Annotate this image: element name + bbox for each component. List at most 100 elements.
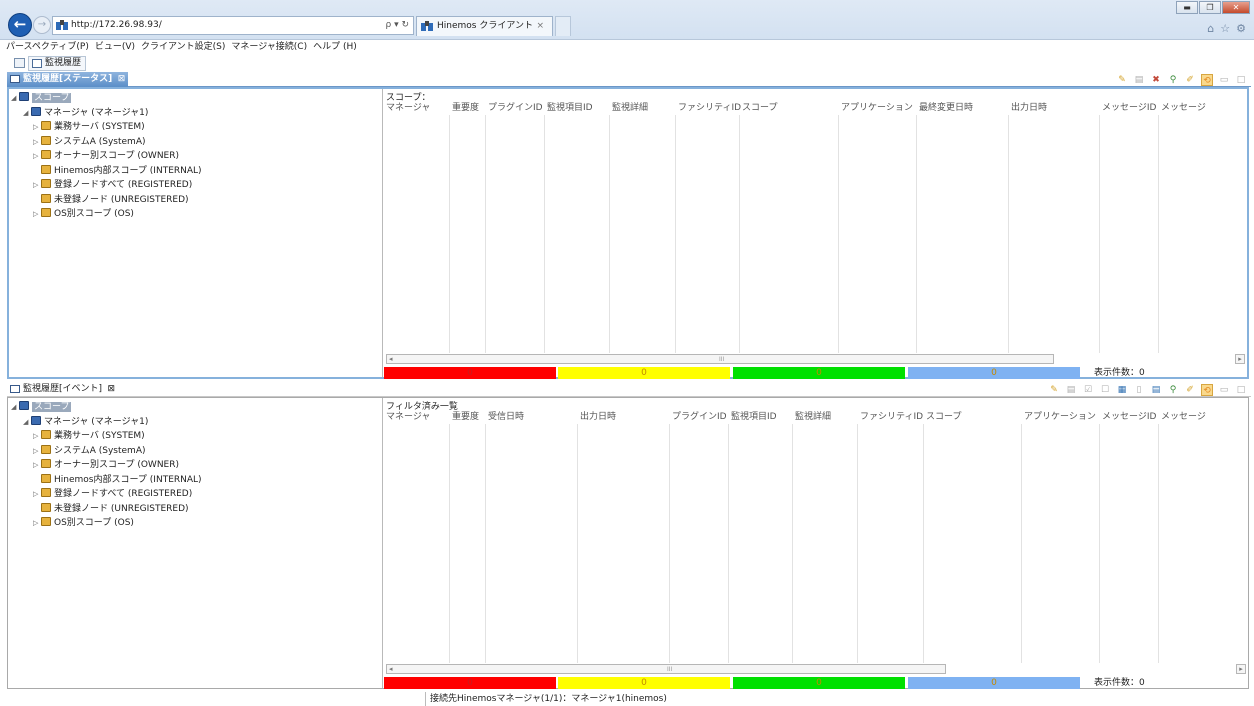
tree-node-system[interactable]: ▷ 業務サーバ (SYSTEM) bbox=[9, 120, 382, 135]
column-header[interactable]: ファシリティID bbox=[676, 102, 741, 115]
browser-tab[interactable]: Hinemos クライアント × bbox=[416, 16, 553, 36]
menu-view[interactable]: ビュー(V) bbox=[95, 40, 135, 55]
edit-icon[interactable]: ✎ bbox=[1048, 384, 1060, 396]
scroll-right-icon[interactable]: ▸ bbox=[1236, 664, 1246, 674]
scroll-thumb[interactable]: III bbox=[719, 355, 724, 364]
perspective-monitor-history[interactable]: 監視履歴 bbox=[28, 56, 87, 71]
forward-arrow-icon[interactable]: → bbox=[33, 16, 51, 34]
tree-node-owner[interactable]: ▷ オーナー別スコープ (OWNER) bbox=[9, 149, 382, 164]
tree-node-internal[interactable]: Hinemos内部スコープ (INTERNAL) bbox=[9, 473, 382, 488]
column-header[interactable]: メッセージ bbox=[1159, 411, 1206, 424]
column-header[interactable]: アプリケーション bbox=[839, 102, 913, 115]
confirm-icon[interactable]: ☑ bbox=[1082, 384, 1094, 396]
menu-help[interactable]: ヘルプ (H) bbox=[313, 40, 357, 55]
column-header[interactable]: 受信日時 bbox=[486, 411, 524, 424]
scroll-right-icon[interactable]: ▸ bbox=[1235, 354, 1245, 364]
tree-node-registered[interactable]: ▷ 登録ノードすべて (REGISTERED) bbox=[9, 487, 382, 502]
tree-node-os[interactable]: ▷ OS別スコープ (OS) bbox=[9, 207, 382, 222]
tree-node-systema[interactable]: ▷ システムA (SystemA) bbox=[9, 135, 382, 150]
filter-icon[interactable]: ⚲ bbox=[1167, 74, 1179, 86]
menu-perspective[interactable]: パースペクティブ(P) bbox=[6, 40, 89, 55]
scroll-thumb[interactable]: III bbox=[667, 665, 672, 674]
grid-icon[interactable]: ▦ bbox=[1116, 384, 1128, 396]
column-header[interactable]: 監視詳細 bbox=[793, 411, 831, 424]
column-header[interactable]: マネージャ bbox=[384, 411, 430, 424]
tree-node-systema[interactable]: ▷ システムA (SystemA) bbox=[9, 444, 382, 459]
column-header[interactable]: 監視詳細 bbox=[610, 102, 648, 115]
pen-icon[interactable]: ✐ bbox=[1184, 74, 1196, 86]
address-bar[interactable]: http://172.26.98.93/ ρ ▾ ↻ bbox=[52, 16, 414, 35]
folder-icon bbox=[41, 150, 51, 159]
column-header[interactable]: 出力日時 bbox=[1009, 102, 1047, 115]
column-header[interactable]: ファシリティID bbox=[858, 411, 923, 424]
tree-node-os[interactable]: ▷ OS別スコープ (OS) bbox=[9, 516, 382, 531]
folder-icon bbox=[41, 459, 51, 468]
maximize-view-icon[interactable]: □ bbox=[1235, 74, 1247, 86]
tree-node-system[interactable]: ▷ 業務サーバ (SYSTEM) bbox=[9, 429, 382, 444]
maximize-view-icon[interactable]: □ bbox=[1235, 384, 1247, 396]
unconfirm-icon[interactable]: ☐ bbox=[1099, 384, 1111, 396]
scrollbar-track[interactable]: ◂ III bbox=[386, 354, 1054, 364]
report-icon[interactable]: ▯ bbox=[1133, 384, 1145, 396]
column-divider bbox=[1008, 115, 1009, 353]
column-header[interactable]: アプリケーション bbox=[1022, 411, 1096, 424]
column-header[interactable]: マネージャ bbox=[384, 102, 430, 115]
column-header[interactable]: メッセージID bbox=[1100, 102, 1156, 115]
home-icon[interactable]: ⌂ bbox=[1207, 22, 1214, 35]
tree-node-scope-root[interactable]: ◢ スコープ bbox=[9, 400, 382, 415]
restore-icon[interactable]: ❐ bbox=[1199, 1, 1221, 14]
filter-icon[interactable]: ⚲ bbox=[1167, 384, 1179, 396]
refresh-icon[interactable]: ⟲ bbox=[1201, 383, 1213, 396]
scroll-left-icon[interactable]: ◂ bbox=[389, 355, 393, 364]
column-header[interactable]: スコープ bbox=[924, 411, 961, 424]
delete-icon[interactable]: ✖ bbox=[1150, 74, 1162, 86]
column-header[interactable]: 最終変更日時 bbox=[917, 102, 973, 115]
tree-node-unregistered[interactable]: 未登録ノード (UNREGISTERED) bbox=[9, 502, 382, 517]
pen-icon[interactable]: ✐ bbox=[1184, 384, 1196, 396]
column-header[interactable]: 監視項目ID bbox=[729, 411, 777, 424]
back-arrow-icon[interactable]: ← bbox=[8, 13, 32, 37]
column-header[interactable]: 重要度 bbox=[450, 411, 479, 424]
minimize-icon[interactable]: ▬ bbox=[1176, 1, 1198, 14]
open-perspective-icon[interactable] bbox=[14, 58, 25, 68]
refresh-icon[interactable]: ⟲ bbox=[1201, 73, 1213, 86]
menu-client-settings[interactable]: クライアント設定(S) bbox=[141, 40, 225, 55]
tree-node-internal[interactable]: Hinemos内部スコープ (INTERNAL) bbox=[9, 164, 382, 179]
column-header[interactable]: スコープ bbox=[740, 102, 777, 115]
window-close-icon[interactable]: ✕ bbox=[1222, 1, 1250, 14]
tree-node-registered[interactable]: ▷ 登録ノードすべて (REGISTERED) bbox=[9, 178, 382, 193]
address-tools-icon[interactable]: ρ ▾ ↻ bbox=[386, 17, 410, 34]
columns-icon[interactable]: ▤ bbox=[1150, 384, 1162, 396]
close-icon[interactable]: ⊠ bbox=[107, 382, 115, 396]
column-header[interactable]: プラグインID bbox=[486, 102, 543, 115]
star-icon[interactable]: ☆ bbox=[1220, 22, 1230, 35]
scrollbar-track[interactable]: ◂ III bbox=[386, 664, 946, 674]
column-header[interactable]: プラグインID bbox=[670, 411, 727, 424]
tab-close-icon[interactable]: × bbox=[536, 17, 544, 36]
column-header[interactable]: メッセージ bbox=[1159, 102, 1206, 115]
tree-node-manager[interactable]: ◢ マネージャ (マネージャ1) bbox=[9, 106, 382, 121]
tree-node-scope-root[interactable]: ◢ スコープ bbox=[9, 91, 382, 106]
column-header[interactable]: 出力日時 bbox=[578, 411, 616, 424]
event-view-toolbar: ✎ ▤ ☑ ☐ ▦ ▯ ▤ ⚲ ✐ ⟲ ▭ □ bbox=[1048, 382, 1247, 397]
column-header[interactable]: 監視項目ID bbox=[545, 102, 593, 115]
column-header[interactable]: 重要度 bbox=[450, 102, 479, 115]
detail-icon[interactable]: ▤ bbox=[1065, 384, 1077, 396]
close-icon[interactable]: ⊠ bbox=[118, 72, 126, 86]
gear-icon[interactable]: ⚙ bbox=[1236, 22, 1246, 35]
tree-node-manager[interactable]: ◢ マネージャ (マネージャ1) bbox=[9, 415, 382, 430]
edit-icon[interactable]: ✎ bbox=[1116, 74, 1128, 86]
column-header[interactable]: メッセージID bbox=[1100, 411, 1156, 424]
menu-manager-connect[interactable]: マネージャ接続(C) bbox=[231, 40, 307, 55]
scroll-left-icon[interactable]: ◂ bbox=[389, 665, 393, 674]
tab-event-history[interactable]: 監視履歴[イベント] ⊠ bbox=[7, 382, 118, 397]
new-tab-button[interactable] bbox=[555, 16, 571, 36]
minimize-view-icon[interactable]: ▭ bbox=[1218, 384, 1230, 396]
minimize-view-icon[interactable]: ▭ bbox=[1218, 74, 1230, 86]
tree-node-owner[interactable]: ▷ オーナー別スコープ (OWNER) bbox=[9, 458, 382, 473]
detail-icon[interactable]: ▤ bbox=[1133, 74, 1145, 86]
tree-node-unregistered[interactable]: 未登録ノード (UNREGISTERED) bbox=[9, 193, 382, 208]
status-horizontal-scrollbar[interactable]: ◂ III ▸ bbox=[386, 354, 1245, 364]
event-horizontal-scrollbar[interactable]: ◂ III ▸ bbox=[386, 664, 1246, 674]
tab-status-history[interactable]: 監視履歴[ステータス] ⊠ bbox=[7, 72, 129, 87]
